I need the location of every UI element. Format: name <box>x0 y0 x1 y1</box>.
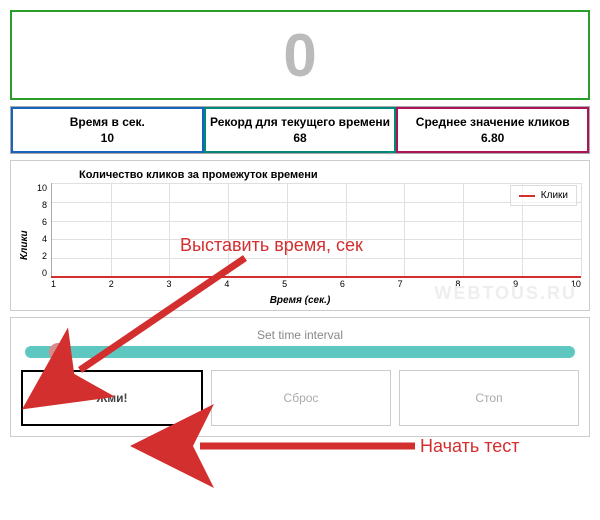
stat-time-label: Время в сек. <box>17 115 198 129</box>
stat-record-label: Рекорд для текущего времени <box>210 115 391 129</box>
stat-time: Время в сек. 10 <box>11 107 204 153</box>
click-counter-value: 0 <box>283 21 316 90</box>
controls-panel: Set time interval Жми! Сброс Стоп <box>10 317 590 437</box>
chart-yticks: 10 8 6 4 2 0 <box>35 183 51 293</box>
reset-button[interactable]: Сброс <box>211 370 391 426</box>
stat-avg-value: 6.80 <box>402 131 583 145</box>
chart-ylabel: Клики <box>19 183 35 293</box>
stat-record: Рекорд для текущего времени 68 <box>204 107 397 153</box>
stat-time-value: 10 <box>17 131 198 145</box>
chart-xticks: 1 2 3 4 5 6 7 8 9 10 <box>51 279 581 293</box>
annotation-start-test: Начать тест <box>420 436 520 457</box>
stats-row: Время в сек. 10 Рекорд для текущего врем… <box>10 106 590 154</box>
legend-label: Клики <box>541 190 568 201</box>
chart-legend: Клики <box>510 185 577 206</box>
chart-title: Количество кликов за промежуток времени <box>79 169 581 181</box>
legend-swatch-icon <box>519 195 535 197</box>
click-counter: 0 <box>10 10 590 100</box>
slider-label: Set time interval <box>21 328 579 342</box>
chart-plot: 1 2 3 4 5 6 7 8 9 10 <box>51 183 581 293</box>
press-button[interactable]: Жми! <box>21 370 203 426</box>
chart-xlabel: Время (сек.) <box>19 295 581 306</box>
chart-series-line <box>51 276 581 278</box>
stat-record-value: 68 <box>210 131 391 145</box>
slider-thumb-icon[interactable] <box>49 343 67 361</box>
stat-average: Среднее значение кликов 6.80 <box>396 107 589 153</box>
time-slider[interactable] <box>25 346 575 358</box>
stat-avg-label: Среднее значение кликов <box>402 115 583 129</box>
stop-button[interactable]: Стоп <box>399 370 579 426</box>
chart-panel: Количество кликов за промежуток времени … <box>10 160 590 311</box>
